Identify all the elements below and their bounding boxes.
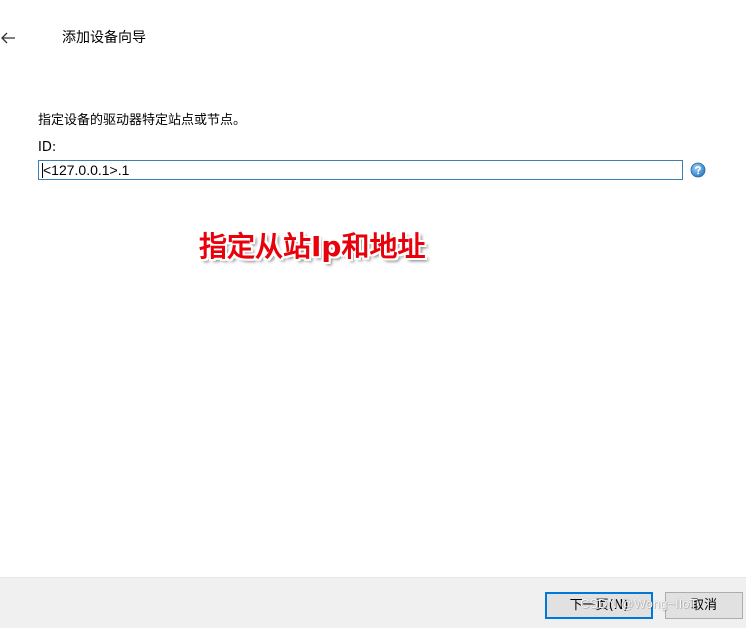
cancel-button[interactable]: 取消 <box>665 592 743 619</box>
back-arrow-icon[interactable] <box>0 28 20 48</box>
annotation-text: 指定从站Ip和地址 <box>199 230 426 263</box>
wizard-footer: 下一页(N) 取消 <box>0 577 746 628</box>
wizard-title: 添加设备向导 <box>62 30 146 46</box>
id-label: ID: <box>38 140 57 155</box>
next-button[interactable]: 下一页(N) <box>545 592 653 619</box>
instruction-text: 指定设备的驱动器特定站点或节点。 <box>38 113 247 128</box>
id-input[interactable]: <127.0.0.1>.1 <box>38 160 683 180</box>
text-caret <box>42 163 43 178</box>
id-input-value: <127.0.0.1>.1 <box>43 162 130 178</box>
help-icon[interactable] <box>690 162 706 178</box>
